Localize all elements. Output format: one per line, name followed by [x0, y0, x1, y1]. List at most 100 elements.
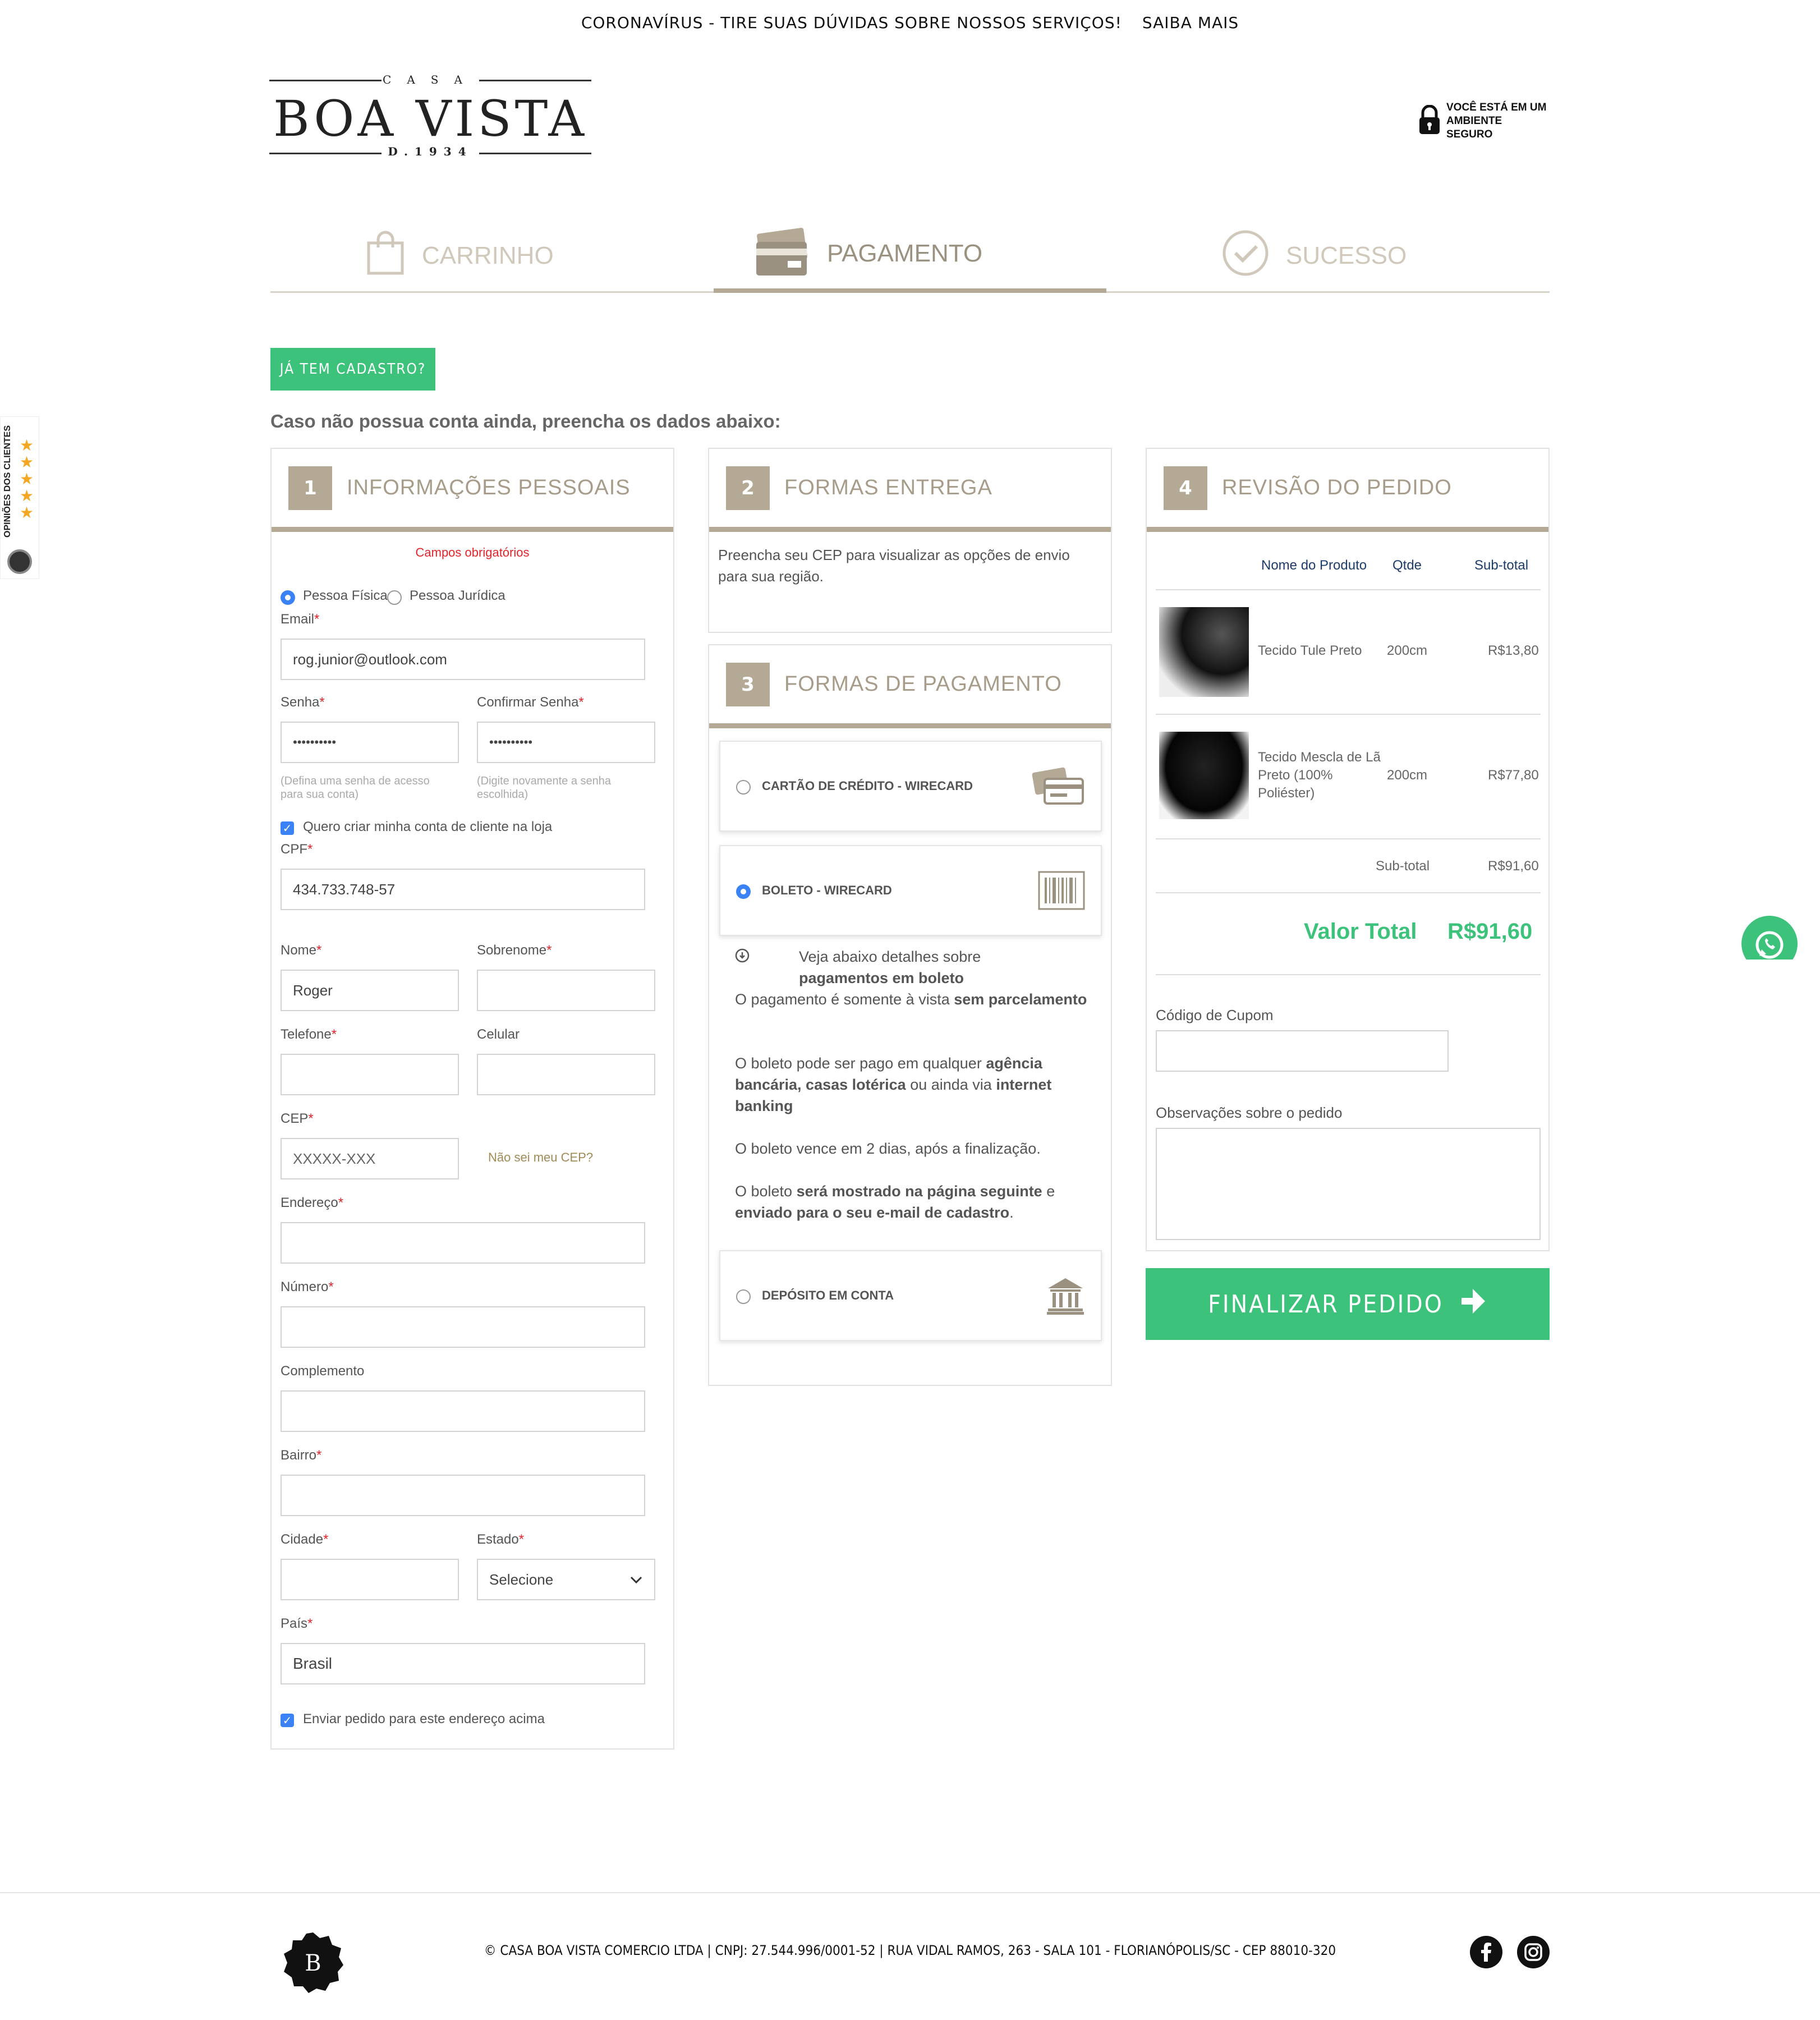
email-field[interactable]: rog.junior@outlook.com: [281, 639, 645, 680]
step-label: CARRINHO: [422, 242, 554, 269]
label-pessoa-juridica: Pessoa Jurídica: [410, 588, 505, 603]
panel-header: 4 REVISÃO DO PEDIDO: [1147, 449, 1548, 532]
step-sucesso[interactable]: SUCESSO: [1222, 219, 1407, 293]
product-name: Tecido Tule Preto: [1258, 643, 1362, 658]
check-circle-icon: [1222, 229, 1269, 283]
radio-credit-card[interactable]: [736, 780, 751, 795]
payment-option-credit-card[interactable]: CARTÃO DE CRÉDITO - WIRECARD: [719, 741, 1102, 832]
required-note: Campos obrigatórios: [415, 545, 530, 559]
logo-since: D.1934: [388, 145, 473, 158]
facebook-icon[interactable]: [1470, 1936, 1502, 1968]
panel-title: FORMAS ENTREGA: [784, 476, 992, 499]
enviar-endereco-checkbox[interactable]: ✓: [281, 1714, 294, 1727]
radio-pessoa-juridica[interactable]: [387, 590, 402, 605]
secure-line-1: VOCÊ ESTÁ EM UM: [1446, 102, 1547, 113]
password-field[interactable]: ••••••••••: [281, 722, 459, 763]
col-qty: Qtde: [1392, 558, 1422, 573]
telefone-field[interactable]: [281, 1054, 459, 1095]
complemento-label: Complemento: [281, 1364, 365, 1379]
payment-option-label: DEPÓSITO EM CONTA: [762, 1288, 894, 1302]
step-number: 1: [288, 466, 332, 510]
product-qty: 200cm: [1387, 643, 1428, 658]
nao-sei-cep-link[interactable]: Não sei meu CEP?: [488, 1150, 593, 1165]
announcement-text: CORONAVÍRUS - TIRE SUAS DÚVIDAS SOBRE NO…: [581, 13, 1122, 32]
product-image[interactable]: [1159, 732, 1249, 819]
boleto-detail-4: O boleto será mostrado na página seguint…: [735, 1183, 1055, 1221]
panel-header: 1 INFORMAÇÕES PESSOAIS: [272, 449, 673, 532]
chevron-down-icon: [629, 1571, 643, 1589]
saiba-mais-link[interactable]: SAIBA MAIS: [1142, 13, 1239, 32]
email-label: Email*: [281, 612, 320, 627]
footer-divider: [0, 1892, 1820, 1893]
confirmar-senha-label: Confirmar Senha*: [477, 695, 584, 710]
nome-field[interactable]: Roger: [281, 970, 459, 1011]
estado-select[interactable]: Selecione: [477, 1559, 655, 1600]
customer-reviews-badge[interactable]: OPINIÕES DOS CLIENTES ★ ★ ★ ★ ★: [0, 416, 39, 579]
cidade-label: Cidade*: [281, 1532, 329, 1547]
product-price: R$77,80: [1488, 768, 1539, 783]
finalizar-label: FINALIZAR PEDIDO: [1208, 1289, 1444, 1319]
divider: [1156, 974, 1541, 975]
estado-value: Selecione: [489, 1571, 554, 1588]
estado-label: Estado*: [477, 1532, 525, 1547]
step-number: 4: [1164, 466, 1207, 510]
shipping-info: Preencha seu CEP para visualizar as opçõ…: [718, 547, 1070, 585]
cidade-field[interactable]: [281, 1559, 459, 1600]
total-label: Valor Total: [1304, 919, 1417, 944]
sobrenome-field[interactable]: [477, 970, 655, 1011]
radio-pessoa-fisica[interactable]: [281, 590, 295, 605]
confirm-password-field[interactable]: ••••••••••: [477, 722, 655, 763]
boleto-detail-3: O boleto vence em 2 dias, após a finaliz…: [735, 1140, 1041, 1157]
secure-badge: VOCÊ ESTÁ EM UM AMBIENTE SEGURO: [1418, 102, 1547, 140]
payment-option-boleto[interactable]: BOLETO - WIRECARD: [719, 845, 1102, 936]
enviar-endereco-label: Enviar pedido para este endereço acima: [303, 1711, 545, 1727]
divider: [1156, 714, 1541, 715]
celular-field[interactable]: [477, 1054, 655, 1095]
payment-option-deposito[interactable]: DEPÓSITO EM CONTA: [719, 1250, 1102, 1341]
cep-field[interactable]: XXXXX-XXX: [281, 1138, 459, 1179]
pais-field[interactable]: Brasil: [281, 1643, 645, 1684]
product-price: R$13,80: [1488, 643, 1539, 658]
cpf-label: CPF*: [281, 842, 313, 857]
criar-conta-checkbox[interactable]: ✓: [281, 821, 294, 835]
bairro-field[interactable]: [281, 1475, 645, 1516]
observacoes-textarea[interactable]: [1156, 1128, 1541, 1240]
radio-boleto[interactable]: [736, 884, 751, 899]
panel-order-review: 4 REVISÃO DO PEDIDO Nome do Produto Qtde…: [1146, 448, 1550, 1251]
footer-logo[interactable]: B: [281, 1930, 346, 1995]
panel-title: REVISÃO DO PEDIDO: [1222, 476, 1452, 499]
radio-deposito[interactable]: [736, 1289, 751, 1304]
senha-label: Senha*: [281, 695, 325, 710]
credit-card-icon: [754, 223, 810, 285]
finalizar-pedido-button[interactable]: FINALIZAR PEDIDO: [1146, 1268, 1550, 1340]
product-name: Tecido Mescla de Lã Preto (100% Poliéste…: [1258, 750, 1381, 801]
telefone-label: Telefone*: [281, 1027, 337, 1042]
logo-name: BOA VISTA: [273, 90, 587, 148]
instagram-icon[interactable]: [1517, 1936, 1550, 1968]
criar-conta-label: Quero criar minha conta de cliente na lo…: [303, 819, 553, 834]
step-label: SUCESSO: [1286, 242, 1407, 269]
whatsapp-button[interactable]: [1740, 915, 1799, 960]
checkout-steps: CARRINHO PAGAMENTO SUCESSO: [270, 219, 1550, 293]
brand-logo[interactable]: CASA BOA VISTA D.1934: [269, 73, 591, 163]
panel-shipping: 2 FORMAS ENTREGA Preencha seu CEP para v…: [708, 448, 1112, 633]
cpf-field[interactable]: 434.733.748-57: [281, 869, 645, 910]
step-number: 3: [726, 662, 770, 706]
step-carrinho[interactable]: CARRINHO: [366, 219, 554, 293]
complemento-field[interactable]: [281, 1390, 645, 1432]
product-image[interactable]: [1159, 607, 1249, 697]
divider: [1156, 838, 1541, 839]
cupom-field[interactable]: [1156, 1030, 1449, 1072]
numero-field[interactable]: [281, 1306, 645, 1348]
observacoes-label: Observações sobre o pedido: [1156, 1104, 1343, 1121]
subtotal-label: Sub-total: [1376, 858, 1430, 874]
panel-title: FORMAS DE PAGAMENTO: [784, 672, 1062, 696]
step-pagamento[interactable]: PAGAMENTO: [714, 219, 1106, 293]
col-subtotal: Sub-total: [1474, 558, 1529, 573]
subtotal-value: R$91,60: [1488, 858, 1539, 874]
senha-hint: (Defina uma senha de acesso para sua con…: [281, 775, 430, 801]
endereco-field[interactable]: [281, 1222, 645, 1264]
panel-header: 3 FORMAS DE PAGAMENTO: [709, 645, 1111, 728]
ja-tem-cadastro-button[interactable]: JÁ TEM CADASTRO?: [270, 348, 435, 391]
boleto-detail-2: O boleto pode ser pago em qualquer agênc…: [735, 1055, 1052, 1114]
